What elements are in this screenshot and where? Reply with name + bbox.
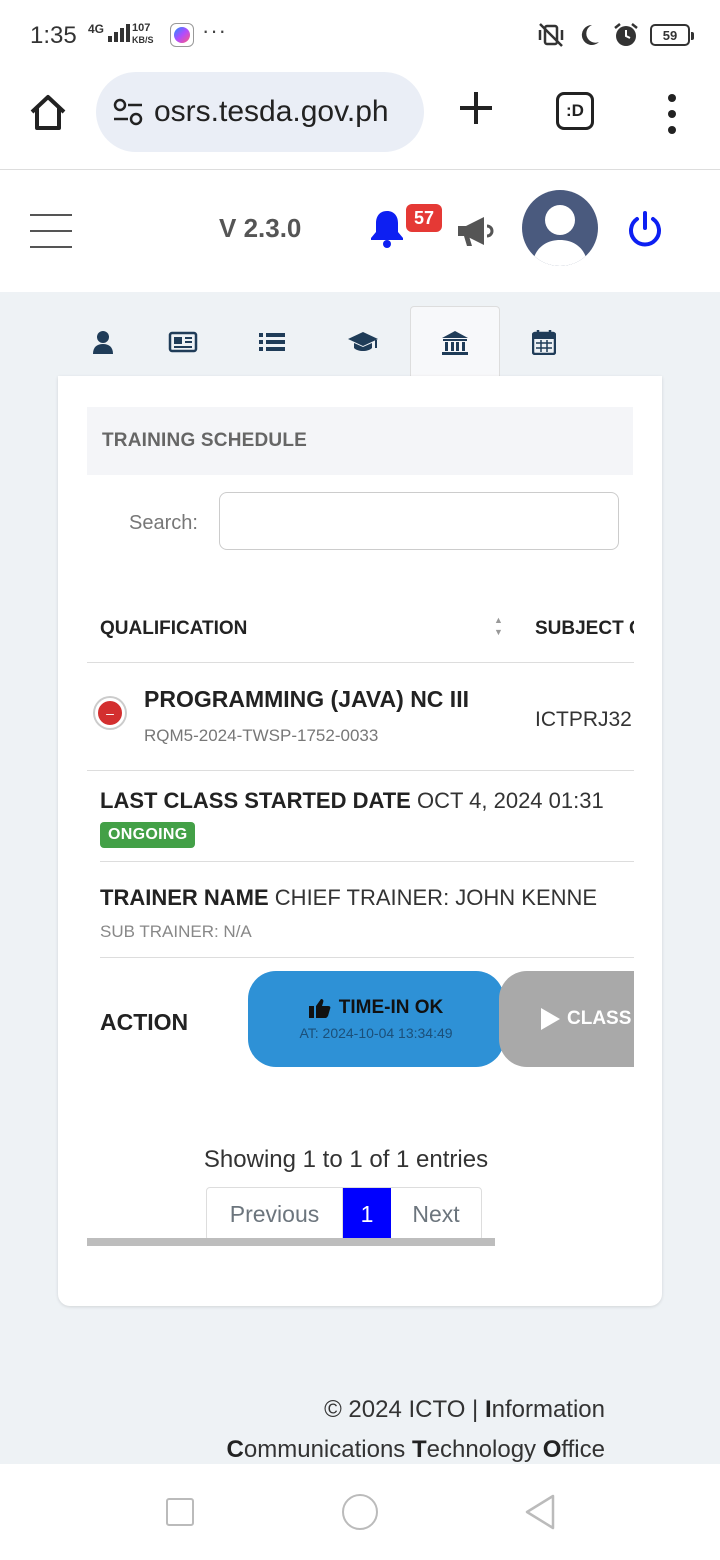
institution-icon: [442, 330, 468, 355]
list-icon: [259, 333, 285, 351]
qualification-code: RQM5-2024-TWSP-1752-0033: [144, 726, 379, 745]
card-title: TRAINING SCHEDULE: [87, 407, 633, 475]
footer-word-technology: echnology: [426, 1436, 543, 1463]
last-class-label: LAST CLASS STARTED DATE: [100, 788, 411, 813]
page-1-button[interactable]: 1: [343, 1188, 391, 1240]
graduation-cap-icon: [348, 332, 378, 351]
site-settings-icon[interactable]: [112, 97, 144, 127]
speed-value: 107: [132, 22, 151, 34]
footer-initial-i: I: [484, 1396, 492, 1423]
row-divider: [87, 770, 634, 771]
trainer-row: TRAINER NAME CHIEF TRAINER: JOHN KENNE: [100, 885, 597, 911]
user-silhouette-icon: [532, 205, 588, 266]
collapse-row-button[interactable]: –: [95, 698, 125, 728]
search-input[interactable]: [219, 492, 619, 550]
megaphone-icon[interactable]: [456, 214, 494, 248]
pagination: Previous 1 Next: [206, 1187, 482, 1241]
network-type: 4G: [88, 22, 105, 36]
avatar[interactable]: [522, 190, 598, 266]
class-button[interactable]: CLASS: [499, 971, 634, 1067]
notification-badge: 57: [406, 204, 442, 232]
vibrate-off-icon: [538, 23, 564, 47]
schedule-table: QUALIFICATION ▲▼ SUBJECT CODE – PROGRAMM…: [87, 592, 634, 1070]
newspaper-icon: [168, 331, 198, 353]
time-in-label: TIME-IN OK: [338, 997, 444, 1018]
back-icon[interactable]: [524, 1494, 556, 1530]
detail-divider: [100, 861, 634, 862]
home-icon[interactable]: [26, 90, 70, 134]
search-label: Search:: [129, 512, 198, 534]
entries-info: Showing 1 to 1 of 1 entries: [203, 1146, 489, 1173]
tab-institution[interactable]: [410, 306, 500, 378]
more-notifications-icon: ···: [202, 18, 227, 43]
app-version: V 2.3.0: [219, 213, 302, 243]
time-in-timestamp: AT: 2024-10-04 13:34:49: [299, 1025, 453, 1041]
footer-copyright: © 2024 ICTO | Information Communications…: [227, 1390, 605, 1470]
tab-calendar[interactable]: [499, 306, 589, 378]
new-tab-icon[interactable]: [456, 88, 496, 128]
network-speed: 107 KB/S: [132, 22, 154, 46]
column-header-qualification[interactable]: QUALIFICATION: [100, 618, 247, 640]
url-bar[interactable]: osrs.tesda.gov.ph: [96, 72, 424, 152]
status-right: 59: [536, 20, 694, 50]
tab-switcher-button[interactable]: :D: [556, 92, 594, 130]
speed-unit: KB/S: [132, 35, 154, 45]
browser-toolbar: osrs.tesda.gov.ph :D: [0, 72, 720, 170]
column-header-subject-code[interactable]: SUBJECT CODE: [535, 618, 634, 640]
calendar-icon: [532, 330, 556, 355]
moon-icon: [581, 24, 599, 45]
footer-prefix: © 2024 ICTO |: [324, 1396, 485, 1423]
footer-line-1: © 2024 ICTO | Information: [227, 1390, 605, 1430]
sub-trainer: SUB TRAINER: N/A: [100, 922, 252, 941]
thumbs-up-icon: [308, 999, 331, 1018]
tab-profile[interactable]: [58, 306, 148, 378]
training-schedule-card: TRAINING SCHEDULE Search: QUALIFICATION …: [58, 376, 662, 1306]
qualification-name: PROGRAMMING (JAVA) NC III: [144, 686, 469, 712]
time-in-button[interactable]: TIME-IN OK AT: 2024-10-04 13:34:49: [248, 971, 504, 1067]
detail-divider: [100, 957, 634, 958]
status-badge: ONGOING: [100, 822, 196, 848]
hamburger-menu-icon[interactable]: [30, 214, 72, 248]
tab-list[interactable]: [227, 306, 317, 378]
browser-menu-icon[interactable]: [664, 94, 680, 134]
power-icon[interactable]: [626, 210, 664, 248]
next-page-button[interactable]: Next: [391, 1188, 481, 1240]
footer-word-information: nformation: [491, 1396, 605, 1423]
tab-qualifications[interactable]: [318, 306, 408, 378]
previous-page-button[interactable]: Previous: [207, 1188, 343, 1240]
url-text[interactable]: osrs.tesda.gov.ph: [154, 95, 389, 129]
home-nav-icon[interactable]: [342, 1494, 378, 1530]
action-label: ACTION: [100, 1009, 189, 1035]
header-divider: [87, 662, 634, 663]
class-label: CLASS: [567, 1008, 632, 1029]
trainer-value: CHIEF TRAINER: JOHN KENNE: [274, 885, 598, 910]
play-icon: [541, 1008, 560, 1030]
tab-news[interactable]: [138, 306, 228, 378]
system-nav-bar: [0, 1464, 720, 1560]
footer-initial-o: O: [542, 1436, 562, 1463]
footer-word-communications: ommunications: [243, 1436, 412, 1463]
status-bar: 1:35 4G 107 KB/S ··· 59: [0, 0, 720, 72]
horizontal-scrollbar[interactable]: [87, 1238, 495, 1246]
last-class-row: LAST CLASS STARTED DATE OCT 4, 2024 01:3…: [100, 788, 604, 814]
recents-icon[interactable]: [166, 1498, 194, 1526]
battery-icon: 59: [650, 24, 694, 46]
time-in-title: TIME-IN OK: [308, 997, 444, 1019]
footer-initial-c: C: [226, 1436, 244, 1463]
footer-word-office: ffice: [561, 1436, 605, 1463]
signal-icon: [108, 24, 130, 42]
subject-code: ICTPRJ32: [535, 708, 632, 731]
trainer-label: TRAINER NAME: [100, 885, 269, 910]
sort-icon[interactable]: ▲ ▼: [494, 614, 503, 638]
status-time: 1:35: [30, 22, 77, 49]
footer-initial-t: T: [411, 1436, 427, 1463]
last-class-value: OCT 4, 2024 01:31: [416, 788, 604, 813]
alarm-icon: [614, 23, 638, 46]
app-header: V 2.3.0 57: [0, 170, 720, 292]
user-icon: [93, 331, 113, 354]
section-tabs: [58, 306, 662, 378]
messenger-icon: [170, 23, 194, 47]
bell-icon[interactable]: [368, 208, 406, 248]
